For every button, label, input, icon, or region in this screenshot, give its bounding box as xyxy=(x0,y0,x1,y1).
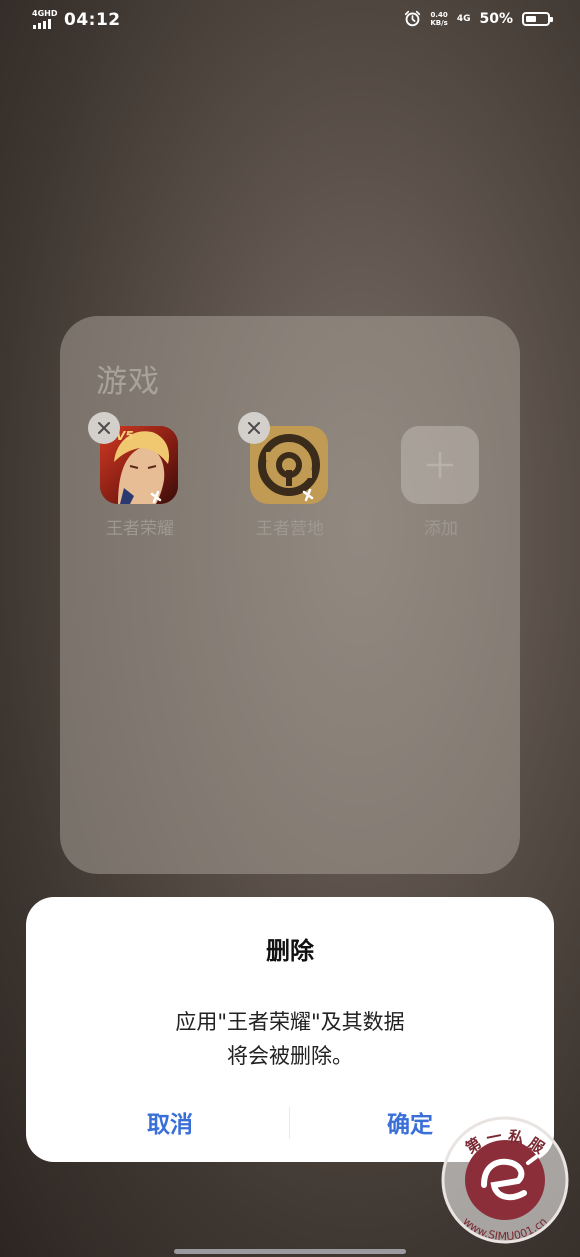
delete-badge-honor-of-kings[interactable] xyxy=(88,412,120,444)
folder-title[interactable]: 游戏 xyxy=(96,356,160,401)
delete-badge-king-camp[interactable] xyxy=(238,412,270,444)
signal-bars xyxy=(33,19,51,29)
network-type: 4GHD xyxy=(32,9,58,18)
signal-icon: 4GHD xyxy=(32,9,58,30)
add-tile[interactable] xyxy=(401,426,479,504)
app-label: 添加 xyxy=(424,519,458,539)
battery-icon xyxy=(522,11,553,26)
close-icon xyxy=(98,422,110,434)
network-speed: 0.40 KB/s xyxy=(430,11,447,27)
status-right: 0.40 KB/s 4G 50% xyxy=(404,10,553,27)
dialog-message-line2: 将会被删除。 xyxy=(227,1044,353,1068)
app-label: 王者营地 xyxy=(256,519,324,539)
status-bar: 4GHD 04:12 0.40 KB/s 4G 50% xyxy=(0,0,580,46)
cancel-button[interactable]: 取消 xyxy=(38,1105,302,1139)
speed-value: 0.40 xyxy=(430,10,448,19)
net-4g-label: 4G xyxy=(456,13,471,24)
battery-fill xyxy=(526,15,536,22)
speed-unit: KB/s xyxy=(430,18,448,27)
app-folder: 游戏 V5 王者荣耀 王者营地 添加 xyxy=(60,316,520,874)
watermark-seal: 第 一 私 服 www.SIMU001.cn xyxy=(441,1116,569,1244)
status-left: 4GHD 04:12 xyxy=(32,9,121,31)
dialog-message: 应用"王者荣耀"及其数据 将会被删除。 xyxy=(26,1005,554,1073)
close-icon xyxy=(248,422,260,434)
dialog-message-line1: 应用"王者荣耀"及其数据 xyxy=(175,1010,405,1034)
alarm-icon xyxy=(405,10,421,27)
dialog-title: 删除 xyxy=(266,937,314,965)
home-indicator[interactable] xyxy=(174,1249,406,1254)
clock-time: 04:12 xyxy=(64,10,121,30)
battery-percent: 50% xyxy=(479,10,513,27)
app-label: 王者荣耀 xyxy=(106,519,174,539)
plus-icon xyxy=(426,451,454,479)
